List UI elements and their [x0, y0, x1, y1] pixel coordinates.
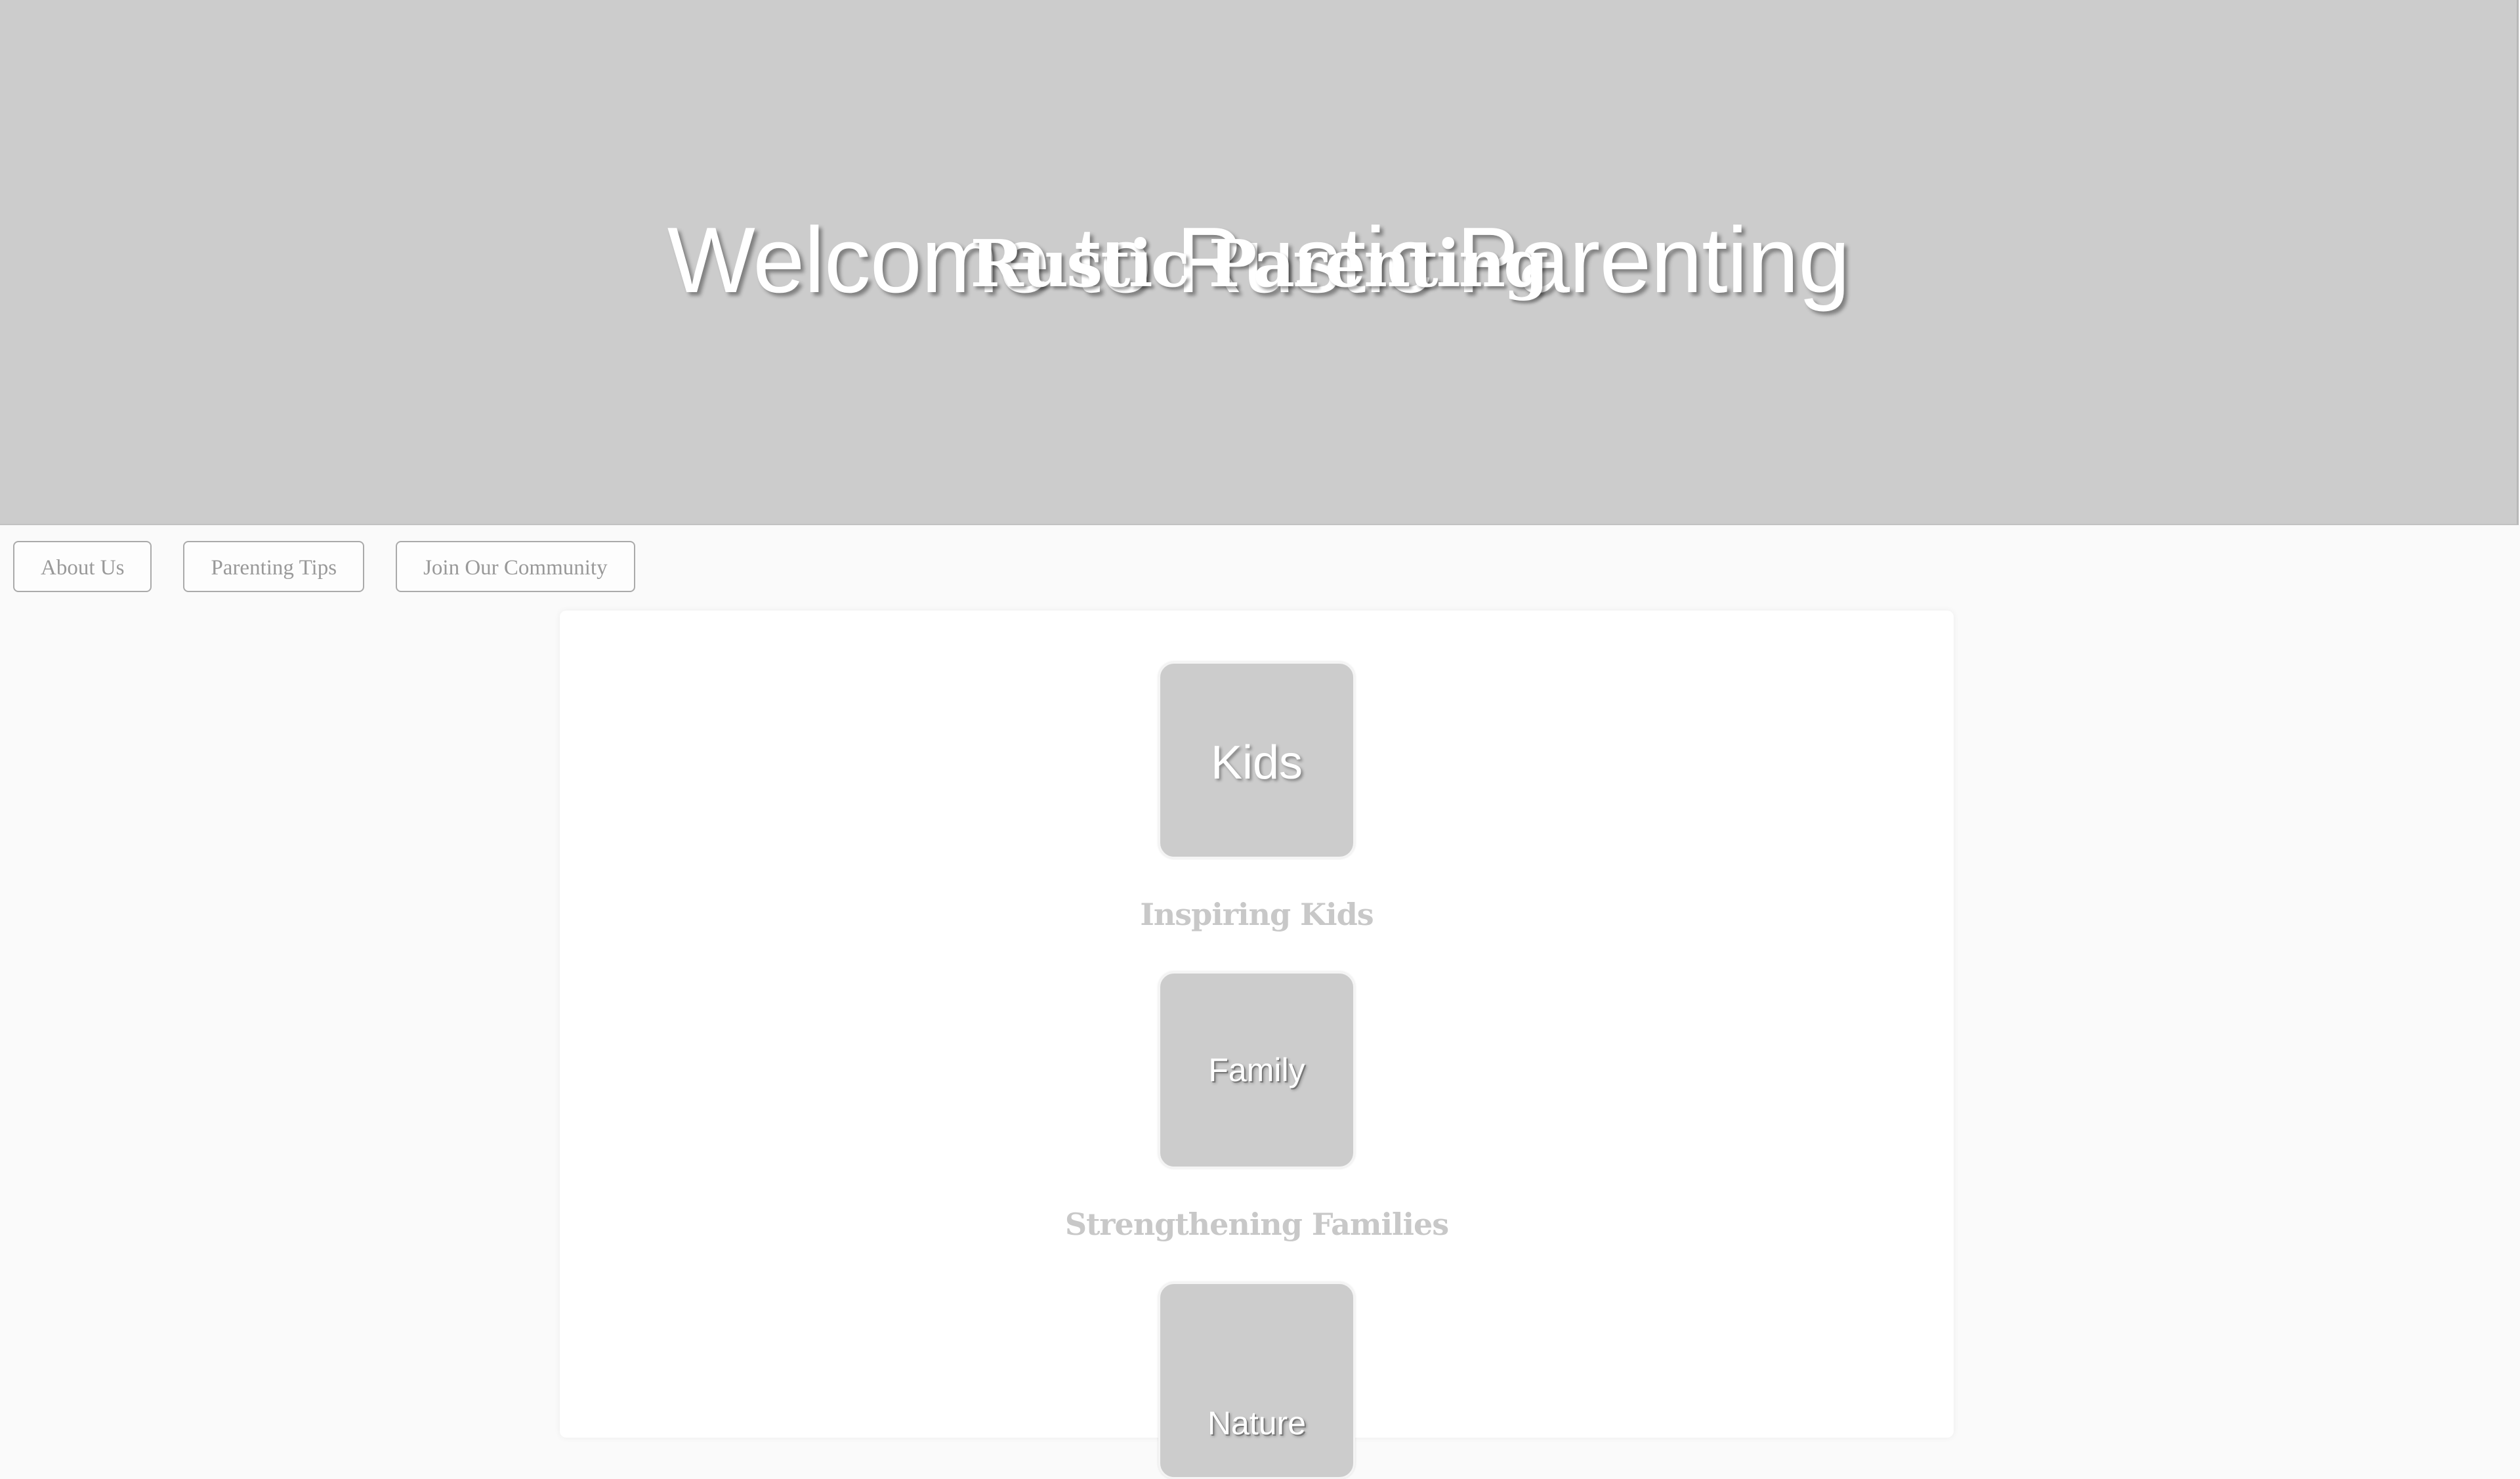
feature-nature: Nature	[560, 1282, 1954, 1479]
feature-family: Family Strengthening Families	[560, 972, 1954, 1242]
strengthening-families-title: Strengthening Families	[1064, 1207, 1449, 1242]
nature-image: Nature	[1158, 1282, 1355, 1479]
parenting-tips-button[interactable]: Parenting Tips	[183, 541, 365, 592]
kids-image-label: Kids	[1210, 737, 1303, 789]
nature-image-label: Nature	[1207, 1405, 1307, 1442]
main-navigation: About Us Parenting Tips Join Our Communi…	[13, 541, 635, 592]
kids-image: Kids	[1158, 662, 1355, 859]
inspiring-kids-title: Inspiring Kids	[1140, 897, 1374, 932]
family-image-label: Family	[1208, 1052, 1305, 1088]
content-card: Kids Inspiring Kids Family Strengthening…	[560, 611, 1954, 1479]
feature-kids: Kids Inspiring Kids	[560, 662, 1954, 932]
join-community-button[interactable]: Join Our Community	[396, 541, 635, 592]
hero-banner: Welcome to Rustic Parenting Rustic Paren…	[0, 0, 2519, 525]
about-us-button[interactable]: About Us	[13, 541, 152, 592]
family-image: Family	[1158, 972, 1355, 1168]
hero-brand-heading: Rustic Parenting	[970, 226, 1548, 302]
